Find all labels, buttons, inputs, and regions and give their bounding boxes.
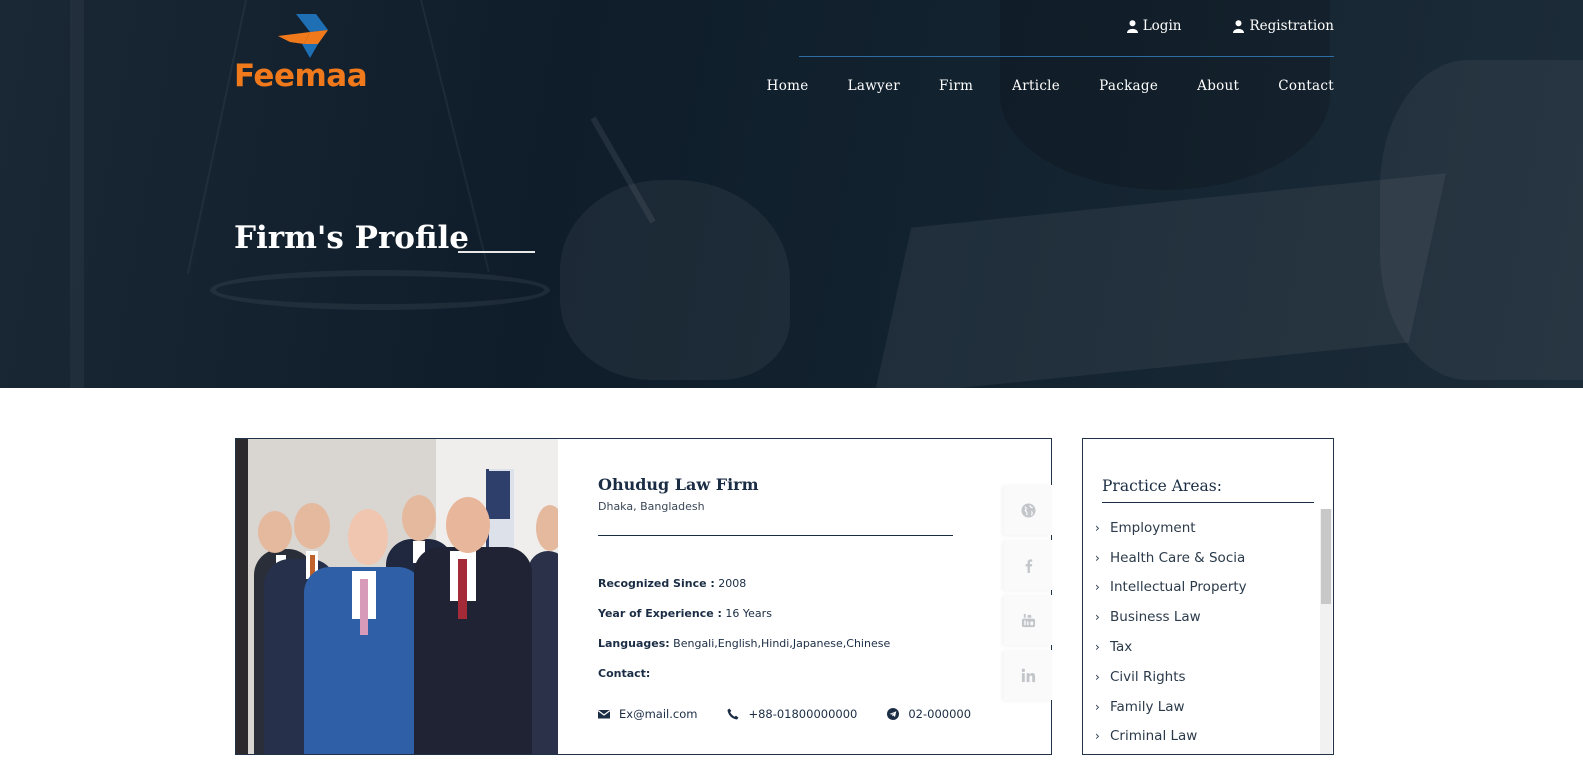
nav-divider [799, 56, 1334, 57]
practice-item-label: Family Law [1110, 698, 1185, 715]
firm-divider [598, 535, 953, 536]
practice-area-list: › Employment › Health Care & Socia › Intell… [1095, 513, 1247, 751]
page-title: Firm's Profile [234, 220, 470, 256]
firm-facts: Recognized Since : 2008 Year of Experien… [598, 577, 954, 697]
user-icon [1233, 19, 1245, 33]
chevron-right-icon: › [1095, 669, 1100, 684]
envelope-icon [598, 710, 610, 719]
social-links [1004, 485, 1052, 705]
logo-text: Feemaa [234, 58, 368, 94]
languages-value: Bengali,English,Hindi,Japanese,Chinese [673, 637, 891, 650]
logo-mark-icon [278, 14, 328, 58]
chevron-right-icon: › [1095, 610, 1100, 625]
contact-row: Ex@mail.com +88-01800000000 02-000000 [598, 707, 971, 721]
chevron-right-icon: › [1095, 520, 1100, 535]
phone-value: +88-01800000000 [748, 707, 858, 721]
practice-divider [1102, 502, 1314, 503]
user-icon [1126, 19, 1138, 33]
practice-item-label: Health Care & Socia [1110, 549, 1246, 566]
chevron-right-icon: › [1095, 699, 1100, 714]
recognized-since: Recognized Since : 2008 [598, 577, 954, 607]
practice-item-tax[interactable]: › Tax [1095, 632, 1247, 662]
firm-location: Dhaka, Bangladesh [598, 500, 705, 513]
chevron-right-icon: › [1095, 640, 1100, 655]
logo[interactable]: Feemaa [234, 14, 374, 94]
practice-item-employment[interactable]: › Employment [1095, 513, 1247, 543]
practice-item-family-law[interactable]: › Family Law [1095, 692, 1247, 722]
nav-item-about[interactable]: About [1197, 78, 1239, 94]
nav-item-home[interactable]: Home [767, 78, 809, 94]
practice-item-health-care[interactable]: › Health Care & Socia [1095, 543, 1247, 573]
recognized-value: 2008 [718, 577, 747, 590]
practice-item-label: Criminal Law [1110, 728, 1198, 745]
year-of-experience: Year of Experience : 16 Years [598, 607, 954, 637]
nav-item-lawyer[interactable]: Lawyer [848, 78, 900, 94]
practice-item-label: Employment [1110, 519, 1196, 536]
main-nav: Home Lawyer Firm Article Package About C… [767, 78, 1334, 94]
recognized-label: Recognized Since : [598, 577, 715, 590]
login-link[interactable]: Login [1126, 18, 1182, 34]
email-contact[interactable]: Ex@mail.com [598, 707, 697, 721]
scale-pan-decoration [210, 270, 550, 310]
chevron-right-icon: › [1095, 550, 1100, 565]
email-value: Ex@mail.com [619, 707, 698, 721]
login-label: Login [1142, 18, 1182, 34]
practice-item-business-law[interactable]: › Business Law [1095, 602, 1247, 632]
practice-item-label: Business Law [1110, 609, 1201, 626]
phone-contact[interactable]: +88-01800000000 [727, 707, 857, 721]
hand-decoration [560, 180, 790, 380]
experience-label: Year of Experience : [598, 607, 722, 620]
registration-label: Registration [1249, 18, 1334, 34]
practice-item-label: Intellectual Property [1110, 579, 1247, 596]
practice-item-intellectual-property[interactable]: › Intellectual Property [1095, 573, 1247, 603]
facebook-icon[interactable] [1004, 540, 1052, 590]
linkedin-icon[interactable] [1004, 650, 1052, 700]
nav-item-article[interactable]: Article [1012, 78, 1060, 94]
firm-profile-card: Ohudug Law Firm Dhaka, Bangladesh Recogn… [235, 438, 1052, 755]
experience-value: 16 Years [725, 607, 772, 620]
practice-item-label: Tax [1110, 639, 1133, 656]
background-decoration [1380, 60, 1583, 380]
chevron-right-icon: › [1095, 580, 1100, 595]
practice-item-civil-rights[interactable]: › Civil Rights [1095, 662, 1247, 692]
nav-item-contact[interactable]: Contact [1278, 78, 1334, 94]
firm-details: Ohudug Law Firm Dhaka, Bangladesh Recogn… [598, 475, 954, 697]
scrollbar-thumb[interactable] [1321, 509, 1331, 604]
nav-item-package[interactable]: Package [1099, 78, 1158, 94]
globe-icon[interactable] [1004, 485, 1052, 535]
title-underline [458, 251, 535, 253]
firm-name: Ohudug Law Firm [598, 475, 759, 494]
paper-decoration [874, 173, 1446, 388]
hero-banner: Feemaa Login Registration Home Lawyer Fi… [0, 0, 1583, 388]
telegram-value: 02-000000 [908, 707, 972, 721]
practice-item-label: Civil Rights [1110, 668, 1186, 685]
auth-links: Login Registration [1126, 18, 1334, 34]
practice-areas-title: Practice Areas: [1102, 477, 1222, 495]
photo-background [236, 439, 248, 754]
photo-sign-logo [488, 471, 510, 519]
telegram-contact[interactable]: 02-000000 [887, 707, 971, 721]
contact-label: Contact: [598, 667, 651, 680]
background-decoration [70, 0, 84, 388]
languages-label: Languages: [598, 637, 670, 650]
firm-team-photo [236, 439, 558, 754]
telegram-icon [887, 708, 900, 720]
chevron-right-icon: › [1095, 729, 1100, 744]
registration-link[interactable]: Registration [1233, 18, 1334, 34]
phone-icon [727, 708, 739, 720]
nav-item-firm[interactable]: Firm [939, 78, 973, 94]
contact-heading: Contact: [598, 667, 954, 697]
practice-item-criminal-law[interactable]: › Criminal Law [1095, 722, 1247, 752]
youtube-icon[interactable] [1004, 595, 1052, 645]
practice-areas-panel: Practice Areas: › Employment › Health Care… [1082, 438, 1334, 755]
languages: Languages: Bengali,English,Hindi,Japanes… [598, 637, 954, 667]
